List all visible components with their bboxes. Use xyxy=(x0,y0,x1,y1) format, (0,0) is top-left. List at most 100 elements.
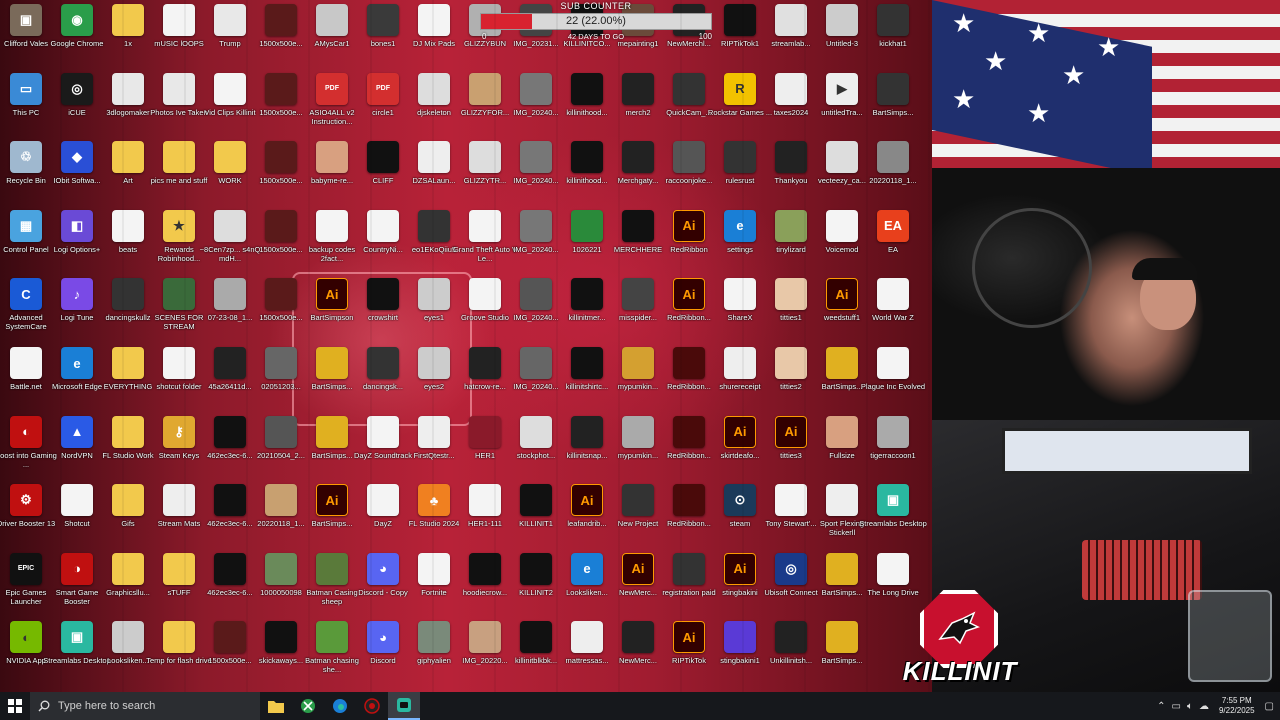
image-icon xyxy=(265,552,297,585)
folder-icon xyxy=(112,415,144,448)
star-icon: ★ xyxy=(952,8,976,38)
image-icon xyxy=(571,415,603,448)
desktop-icon[interactable]: ▣ Streamlabs Desktop xyxy=(859,484,927,552)
desktop-icon[interactable]: BartSimps... xyxy=(808,621,876,689)
chevron-up-icon[interactable]: ⌃ xyxy=(1157,701,1165,712)
image-icon xyxy=(520,347,552,379)
sub-counter-days-left: 42 DAYS TO GO xyxy=(567,32,625,41)
desktop-icon[interactable]: World War Z xyxy=(859,278,927,346)
image-icon xyxy=(826,484,858,517)
file-icon xyxy=(163,484,195,517)
image-icon xyxy=(418,141,450,174)
image-icon xyxy=(775,278,807,311)
file-icon xyxy=(418,415,450,448)
cloud-icon[interactable]: ☁︎ xyxy=(1199,701,1209,712)
chrome-icon: ◉ xyxy=(61,4,93,36)
image-icon xyxy=(469,552,501,585)
ubisoft-icon: ◎ xyxy=(775,552,807,585)
illustrator-icon: Ai xyxy=(622,552,654,585)
image-icon xyxy=(571,621,603,654)
file-icon xyxy=(877,278,909,311)
volume-icon[interactable]: 🔈︎ xyxy=(1187,701,1193,712)
image-icon xyxy=(571,278,603,311)
image-icon xyxy=(724,621,756,654)
image-icon xyxy=(520,552,552,585)
notifications-icon[interactable]: ▢ xyxy=(1265,701,1274,712)
image-icon xyxy=(622,72,654,105)
illustrator-icon: Ai xyxy=(316,278,348,311)
image-icon xyxy=(775,621,807,654)
folder-icon xyxy=(112,552,144,585)
image-icon xyxy=(673,415,705,448)
steam-icon: ⊙ xyxy=(724,484,756,517)
file-icon xyxy=(10,347,42,379)
desktop-icon[interactable]: tigerraccoon1 xyxy=(859,415,927,484)
nordvpn-icon: ▲ xyxy=(61,415,93,448)
image-icon xyxy=(418,72,450,105)
image-icon xyxy=(265,415,297,448)
image-icon xyxy=(214,347,246,379)
image-icon xyxy=(775,72,807,105)
image-icon xyxy=(469,72,501,105)
image-icon xyxy=(265,484,297,517)
image-icon xyxy=(469,415,501,448)
epic-games-icon: EPIC xyxy=(10,552,42,585)
taskbar-obs[interactable] xyxy=(356,692,388,720)
illustrator-icon: Ai xyxy=(673,209,705,242)
folder-icon xyxy=(112,484,144,517)
folder-icon xyxy=(112,4,144,36)
image-icon xyxy=(673,72,705,105)
clock-time: 7:55 PM xyxy=(1221,696,1252,705)
microphone-arm xyxy=(972,208,1092,328)
image-icon xyxy=(877,141,909,174)
image-icon xyxy=(775,141,807,174)
image-icon xyxy=(622,415,654,448)
image-icon xyxy=(673,141,705,174)
image-icon xyxy=(571,141,603,174)
folder-icon xyxy=(214,141,246,174)
streamlabs-icon xyxy=(397,698,411,712)
control-panel-icon: ▦ xyxy=(10,209,42,242)
logi-tune-icon: ♪ xyxy=(61,278,93,311)
desktop-icon[interactable]: 20220118_1... xyxy=(859,141,927,209)
taskbar-streamlabs[interactable] xyxy=(388,692,420,720)
image-icon xyxy=(316,141,348,174)
start-button[interactable] xyxy=(0,692,30,720)
record-icon xyxy=(364,698,380,714)
flag-overlay: ★ ★ ★ ★ ★ ★ ★ xyxy=(932,0,1280,168)
image-icon xyxy=(316,621,348,654)
image-icon xyxy=(520,72,552,105)
streamlabs-icon: ▣ xyxy=(61,621,93,654)
image-icon xyxy=(265,209,297,242)
image-icon xyxy=(520,484,552,517)
illustrator-icon: Ai xyxy=(316,484,348,517)
fl-studio-icon: ♣ xyxy=(418,484,450,517)
desktop-icon[interactable]: kickhat1 xyxy=(859,4,927,72)
taskbar-edge[interactable] xyxy=(324,692,356,720)
taskbar-search[interactable]: Type here to search xyxy=(30,692,260,720)
desktop-icon-label: BartSimps... xyxy=(821,656,863,666)
illustrator-icon: Ai xyxy=(571,484,603,517)
desktop-icon-grid: ▣ Clifford Vales ◉ Google Chrome 1x mUSIC lOO… xyxy=(0,4,932,690)
taskbar-xbox[interactable] xyxy=(292,692,324,720)
image-icon xyxy=(367,347,399,379)
network-icon[interactable]: ▭ xyxy=(1172,701,1181,712)
folder-icon xyxy=(112,347,144,379)
illustrator-icon: Ai xyxy=(724,415,756,448)
desktop-icon[interactable]: EA EA xyxy=(859,209,927,278)
keyboard xyxy=(1082,540,1202,600)
clock[interactable]: 7:55 PM 9/22/2025 xyxy=(1215,696,1259,716)
glass xyxy=(1188,590,1272,682)
image-icon xyxy=(418,278,450,311)
file-icon xyxy=(112,209,144,242)
image-icon xyxy=(877,72,909,105)
image-icon xyxy=(826,415,858,448)
file-icon xyxy=(826,209,858,242)
folder-icon xyxy=(163,621,195,654)
star-icon: ★ xyxy=(1062,60,1086,90)
image-icon xyxy=(469,621,501,654)
desktop-icon[interactable]: Plague Inc Evolved xyxy=(859,347,927,415)
taskbar-file-explorer[interactable] xyxy=(260,692,292,720)
desktop-icon[interactable]: BartSimps... xyxy=(859,72,927,141)
illustrator-icon: Ai xyxy=(775,415,807,448)
